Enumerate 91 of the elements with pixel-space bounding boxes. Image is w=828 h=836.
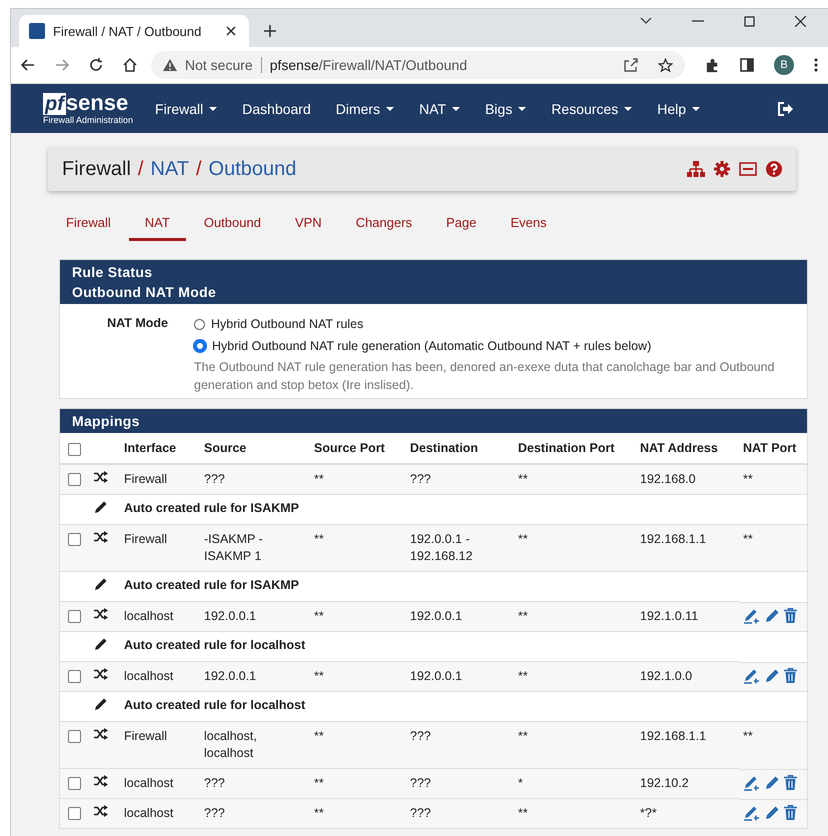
home-icon[interactable] <box>123 58 137 72</box>
security-label: Not secure <box>185 57 253 73</box>
breadcrumb-item[interactable]: Outbound <box>208 158 296 180</box>
reload-icon[interactable] <box>89 58 103 72</box>
row-checkbox[interactable] <box>68 807 81 820</box>
row-checkbox[interactable] <box>68 777 81 790</box>
breadcrumb-item[interactable]: NAT <box>150 158 189 180</box>
row-checkbox[interactable] <box>68 670 81 683</box>
pencil-icon[interactable] <box>765 775 780 790</box>
edit-copy-icon[interactable] <box>743 668 761 684</box>
page-tab[interactable]: Firewall <box>66 209 111 241</box>
minimize-icon[interactable] <box>692 20 704 22</box>
help-icon[interactable] <box>766 161 782 177</box>
trash-icon[interactable] <box>784 668 797 683</box>
shuffle-icon <box>94 471 108 483</box>
settings-icon[interactable] <box>714 161 730 177</box>
warning-icon <box>163 59 177 71</box>
breadcrumb-item[interactable]: Firewall <box>62 158 131 180</box>
url-text: pfsense/Firewall/NAT/Outbound <box>270 57 468 73</box>
select-all-checkbox[interactable] <box>68 442 81 456</box>
address-bar[interactable]: Not secure pfsense/Firewall/NAT/Outbound <box>151 51 685 79</box>
sitemap-icon[interactable] <box>687 161 705 177</box>
trash-icon[interactable] <box>784 775 797 790</box>
forward-icon[interactable] <box>55 59 69 71</box>
log-icon[interactable] <box>739 162 757 176</box>
table-cell: ??? <box>200 798 310 828</box>
more-icon[interactable] <box>814 58 818 72</box>
puzzle-icon[interactable] <box>705 58 720 72</box>
breadcrumb-separator: / <box>196 158 202 180</box>
shuffle-icon <box>94 531 108 543</box>
logout-icon[interactable] <box>778 102 794 116</box>
table-cell: *?* <box>636 798 739 828</box>
pencil-icon <box>94 577 108 591</box>
nav-menu-item[interactable]: NAT <box>419 100 460 116</box>
trash-icon[interactable] <box>784 608 797 623</box>
panel-title: Mappings <box>72 412 141 431</box>
profile-avatar[interactable]: B <box>774 55 794 75</box>
panel-title: Rule Status <box>72 263 154 282</box>
browser-tab[interactable]: Firewall / NAT / Outbound <box>19 15 249 47</box>
nav-menu-item[interactable]: Dashboard <box>242 100 311 116</box>
nav-menu-item[interactable]: Help <box>657 100 700 116</box>
nav-menu-item[interactable]: Dimers <box>336 100 394 116</box>
table-cell: ** <box>739 722 807 768</box>
panel-subtitle: Outbound NAT Mode <box>72 283 218 302</box>
page-tab[interactable]: Changers <box>356 209 412 241</box>
nav-menu-item[interactable]: Resources <box>551 100 632 116</box>
pencil-icon <box>94 500 108 514</box>
radio-option[interactable]: Hybrid Outbound NAT rule generation (Automatic Outbound NAT + rules below) <box>194 338 795 354</box>
trash-icon[interactable] <box>784 805 797 820</box>
radio-option[interactable]: Hybrid Outbound NAT rules <box>194 316 795 332</box>
page-tab[interactable]: NAT <box>128 209 186 241</box>
share-icon[interactable] <box>624 58 638 72</box>
edit-copy-icon[interactable] <box>743 774 761 790</box>
nav-menu-item[interactable]: Bigs <box>485 100 526 116</box>
row-checkbox[interactable] <box>68 533 81 546</box>
page-tab[interactable]: Page <box>446 209 476 241</box>
pencil-icon <box>94 697 108 711</box>
close-tab-icon[interactable] <box>225 25 237 37</box>
row-checkbox[interactable] <box>68 610 81 623</box>
shuffle-icon <box>94 608 108 620</box>
close-window-icon[interactable] <box>795 16 806 26</box>
pencil-icon[interactable] <box>765 668 780 683</box>
star-icon[interactable] <box>658 58 673 72</box>
table-cell: ** <box>514 798 636 828</box>
shuffle-icon <box>94 805 108 817</box>
field-label: NAT Mode <box>106 316 168 332</box>
page-tab[interactable]: VPN <box>294 209 322 241</box>
page-tab[interactable]: Outbound <box>204 209 261 241</box>
shuffle-icon <box>94 775 108 787</box>
shuffle-icon <box>94 728 108 740</box>
tab-title: Firewall / NAT / Outbound <box>53 24 202 38</box>
table-cell: ??? <box>406 798 514 828</box>
back-icon[interactable] <box>21 59 35 71</box>
sidebar-icon[interactable] <box>740 58 754 72</box>
table-cell: localhost <box>120 798 200 828</box>
nav-menu-item[interactable]: Firewall <box>155 100 218 116</box>
help-text: The Outbound NAT rule generation has been, denored an-exexe duta that canolchage bar and Outbound generation and stop betox (Ire inslised). <box>194 359 776 394</box>
table-cell: ** <box>310 798 406 828</box>
pencil-icon[interactable] <box>765 805 780 820</box>
maximize-icon[interactable] <box>744 16 755 26</box>
row-checkbox[interactable] <box>68 730 81 743</box>
edit-copy-icon[interactable] <box>743 608 761 624</box>
pencil-icon <box>94 637 108 651</box>
edit-copy-icon[interactable] <box>743 804 761 820</box>
new-tab-icon[interactable] <box>263 24 277 38</box>
row-checkbox[interactable] <box>68 473 81 486</box>
page-tab[interactable]: Evens <box>510 209 547 241</box>
chevron-down-icon[interactable] <box>640 17 652 25</box>
pencil-icon[interactable] <box>765 608 780 623</box>
shuffle-icon <box>94 668 108 680</box>
breadcrumb-separator: / <box>138 158 144 180</box>
